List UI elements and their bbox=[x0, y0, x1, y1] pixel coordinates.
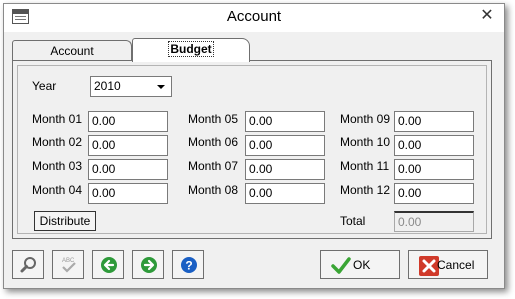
spellcheck-icon: ABC bbox=[62, 258, 76, 273]
month-08-input[interactable]: 0.00 bbox=[245, 183, 325, 204]
total-label: Total bbox=[340, 214, 366, 228]
budget-panel: Year 2010 Month 01 0.00 Month 02 0.00 Mo… bbox=[12, 60, 492, 239]
arrow-left-icon bbox=[101, 257, 117, 273]
button-bar: ABC ? OK Cancel bbox=[4, 246, 504, 286]
month-02-input[interactable]: 0.00 bbox=[88, 135, 168, 156]
ok-label: OK bbox=[353, 258, 371, 272]
month-02-label: Month 02 bbox=[32, 135, 83, 149]
svg-text:ABC: ABC bbox=[62, 258, 75, 264]
month-10-label: Month 10 bbox=[340, 135, 391, 149]
svg-text:?: ? bbox=[185, 259, 192, 273]
forward-button[interactable] bbox=[132, 250, 164, 279]
cancel-label: Cancel bbox=[437, 258, 475, 272]
month-09-label: Month 09 bbox=[340, 112, 391, 126]
total-field: 0.00 bbox=[394, 211, 474, 232]
cancel-button[interactable]: Cancel bbox=[408, 250, 488, 279]
arrow-right-icon bbox=[141, 257, 157, 273]
month-11-label: Month 11 bbox=[340, 159, 390, 173]
help-icon: ? bbox=[181, 257, 197, 273]
magnifier-icon bbox=[20, 257, 36, 273]
month-05-input[interactable]: 0.00 bbox=[245, 111, 325, 132]
month-06-label: Month 06 bbox=[188, 135, 239, 149]
chevron-down-icon bbox=[157, 85, 165, 89]
tab-budget-label: Budget bbox=[168, 41, 214, 57]
month-04-label: Month 04 bbox=[32, 183, 83, 197]
checkmark-icon bbox=[331, 257, 351, 274]
month-12-label: Month 12 bbox=[340, 183, 391, 197]
ok-button[interactable]: OK bbox=[320, 250, 400, 279]
search-button[interactable] bbox=[12, 250, 44, 279]
month-05-label: Month 05 bbox=[188, 112, 239, 126]
year-select[interactable]: 2010 bbox=[90, 76, 172, 97]
month-06-input[interactable]: 0.00 bbox=[245, 135, 325, 156]
month-08-label: Month 08 bbox=[188, 183, 239, 197]
budget-group: Year 2010 Month 01 0.00 Month 02 0.00 Mo… bbox=[17, 65, 487, 234]
account-dialog: Account ✕ Account Budget Year 2010 Month… bbox=[3, 3, 505, 289]
month-04-input[interactable]: 0.00 bbox=[88, 183, 168, 204]
title-bar: Account ✕ bbox=[4, 4, 504, 32]
month-03-label: Month 03 bbox=[32, 159, 83, 173]
month-07-input[interactable]: 0.00 bbox=[245, 159, 325, 180]
close-icon[interactable]: ✕ bbox=[478, 7, 496, 25]
tab-strip: Account Budget bbox=[4, 32, 504, 62]
window-title: Account bbox=[226, 8, 282, 25]
month-11-input[interactable]: 0.00 bbox=[394, 159, 474, 180]
month-09-input[interactable]: 0.00 bbox=[394, 111, 474, 132]
spellcheck-button[interactable]: ABC bbox=[52, 250, 84, 279]
month-10-input[interactable]: 0.00 bbox=[394, 135, 474, 156]
year-value: 2010 bbox=[94, 79, 121, 93]
month-01-label: Month 01 bbox=[32, 112, 83, 126]
month-03-input[interactable]: 0.00 bbox=[88, 159, 168, 180]
help-button[interactable]: ? bbox=[172, 250, 204, 279]
tab-account[interactable]: Account bbox=[12, 40, 132, 60]
tab-budget[interactable]: Budget bbox=[132, 38, 250, 62]
back-button[interactable] bbox=[92, 250, 124, 279]
month-07-label: Month 07 bbox=[188, 159, 239, 173]
distribute-button[interactable]: Distribute bbox=[34, 211, 96, 231]
x-icon bbox=[419, 256, 439, 276]
month-12-input[interactable]: 0.00 bbox=[394, 183, 474, 204]
month-01-input[interactable]: 0.00 bbox=[88, 111, 168, 132]
year-label: Year bbox=[32, 79, 57, 93]
